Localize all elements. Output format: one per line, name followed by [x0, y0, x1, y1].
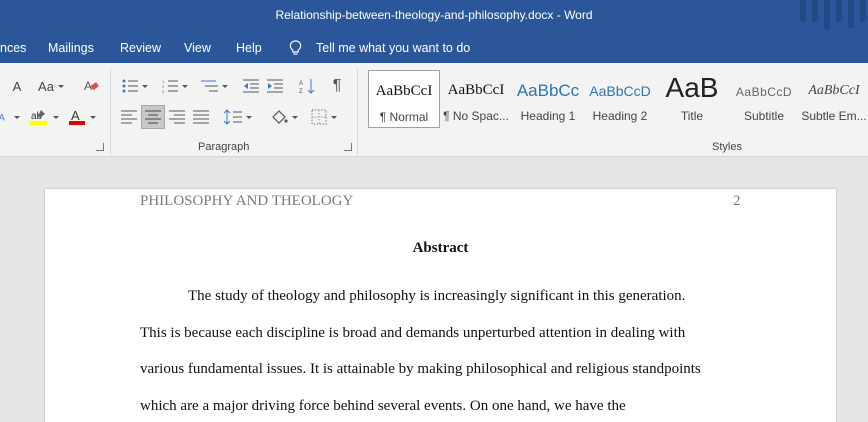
decrease-indent-icon	[243, 79, 259, 93]
svg-text:A: A	[0, 113, 6, 123]
style-subtitle[interactable]: AaBbCcD Subtitle	[728, 70, 800, 128]
font-dialog-launcher[interactable]	[96, 143, 104, 151]
style-no-spacing[interactable]: AaBbCcI ¶ No Spac...	[440, 70, 512, 128]
svg-text:Z: Z	[299, 89, 303, 94]
body-line: which are a major driving force behind s…	[140, 398, 626, 414]
paint-bucket-icon	[272, 110, 288, 124]
title-bar: Relationship-between-theology-and-philos…	[0, 0, 868, 33]
style-heading-2[interactable]: AaBbCcD Heading 2	[584, 70, 656, 128]
style-name: Title	[680, 109, 704, 123]
justify-button[interactable]	[190, 106, 212, 128]
styles-group-label: Styles	[712, 141, 742, 153]
show-formatting-marks-button[interactable]: ¶	[326, 75, 348, 97]
bullets-button[interactable]	[118, 75, 152, 97]
borders-button[interactable]	[306, 106, 342, 128]
tab-view[interactable]: View	[184, 41, 211, 55]
tab-mailings[interactable]: Mailings	[48, 41, 94, 55]
document-page[interactable]: PHILOSOPHY AND THEOLOGY 2 Abstract The s…	[45, 189, 836, 422]
grow-font-label: A	[12, 78, 22, 94]
font-color-icon: A	[69, 108, 85, 125]
align-left-button[interactable]	[118, 106, 140, 128]
body-line: various fundamental issues. It is attain…	[140, 361, 701, 377]
body-line: The study of theology and philosophy is …	[188, 288, 686, 304]
tab-references[interactable]: nces	[0, 41, 26, 55]
tab-help[interactable]: Help	[236, 41, 262, 55]
multilevel-list-icon	[201, 80, 218, 92]
justify-icon	[193, 110, 209, 124]
document-area: PHILOSOPHY AND THEOLOGY 2 Abstract The s…	[0, 158, 868, 422]
window-title: Relationship-between-theology-and-philos…	[275, 8, 593, 22]
svg-text:A: A	[71, 108, 80, 123]
paragraph-dialog-launcher[interactable]	[344, 143, 352, 151]
align-left-icon	[121, 110, 137, 124]
change-case-label: Aa	[38, 78, 54, 94]
style-name: ¶ Normal	[379, 110, 429, 124]
body-line: This is because each discipline is broad…	[140, 325, 686, 341]
style-name: Heading 1	[520, 109, 576, 123]
style-sample: AaBbCcI	[447, 82, 505, 98]
style-sample: AaBbCcD	[589, 83, 651, 99]
text-effects-icon: A	[0, 113, 6, 123]
running-header: PHILOSOPHY AND THEOLOGY	[140, 193, 354, 209]
style-sample: AaBbCc	[516, 81, 580, 100]
tell-me-search[interactable]: Tell me what you want to do	[316, 41, 470, 55]
line-spacing-icon	[224, 109, 242, 125]
title-bar-pattern	[788, 0, 868, 33]
style-heading-1[interactable]: AaBbCc Heading 1	[512, 70, 584, 128]
decrease-indent-button[interactable]	[240, 75, 262, 97]
style-subtle-emphasis[interactable]: AaBbCcI Subtle Em...	[800, 70, 868, 128]
pilcrow-icon: ¶	[332, 77, 342, 94]
numbering-button[interactable]: 123	[158, 75, 192, 97]
align-right-button[interactable]	[166, 106, 188, 128]
paragraph-group-label: Paragraph	[198, 141, 250, 153]
increase-indent-icon	[267, 79, 283, 93]
shading-button[interactable]	[266, 106, 302, 128]
change-case-button[interactable]: Aa	[34, 75, 68, 97]
style-title[interactable]: AaB Title	[656, 70, 728, 128]
page-number: 2	[733, 193, 741, 209]
font-color-button[interactable]: A	[64, 106, 100, 128]
style-name: Heading 2	[592, 109, 648, 123]
style-sample: AaBbCcD	[735, 85, 793, 99]
lightbulb-icon	[289, 40, 302, 55]
style-name: Subtitle	[743, 109, 785, 123]
style-sample: AaBbCcI	[375, 83, 433, 99]
sort-button[interactable]: AZ	[296, 75, 318, 97]
highlighter-icon: ab	[30, 110, 47, 125]
increase-indent-button[interactable]	[264, 75, 286, 97]
text-effects-button[interactable]: A	[0, 106, 20, 128]
abstract-heading: Abstract	[412, 240, 469, 256]
tab-review[interactable]: Review	[120, 41, 161, 55]
line-spacing-button[interactable]	[220, 106, 256, 128]
align-center-button[interactable]	[141, 105, 165, 129]
svg-text:3: 3	[162, 89, 165, 93]
ribbon-tabs: nces Mailings Review View Help Tell me w…	[0, 33, 868, 63]
bullets-icon	[122, 79, 138, 93]
sort-icon: AZ	[299, 79, 315, 94]
style-normal[interactable]: AaBbCcI ¶ Normal	[368, 70, 440, 128]
clear-formatting-button[interactable]: A	[80, 75, 102, 97]
style-sample: AaB	[665, 72, 719, 103]
numbering-icon: 123	[162, 79, 178, 93]
borders-icon	[311, 109, 327, 125]
highlight-color-button[interactable]: ab	[26, 106, 62, 128]
grow-font-button[interactable]: A	[8, 75, 26, 97]
align-right-icon	[169, 110, 185, 124]
svg-text:A: A	[299, 81, 303, 87]
styles-gallery: AaBbCcI ¶ Normal AaBbCcI ¶ No Spac... Aa…	[366, 70, 868, 130]
style-name: Subtle Em...	[801, 109, 867, 123]
style-sample: AaBbCcI	[808, 83, 860, 98]
svg-text:A: A	[84, 79, 92, 93]
eraser-icon: A	[84, 79, 99, 93]
multilevel-list-button[interactable]	[196, 75, 232, 97]
align-center-icon	[145, 110, 161, 124]
style-name: ¶ No Spac...	[443, 109, 509, 123]
